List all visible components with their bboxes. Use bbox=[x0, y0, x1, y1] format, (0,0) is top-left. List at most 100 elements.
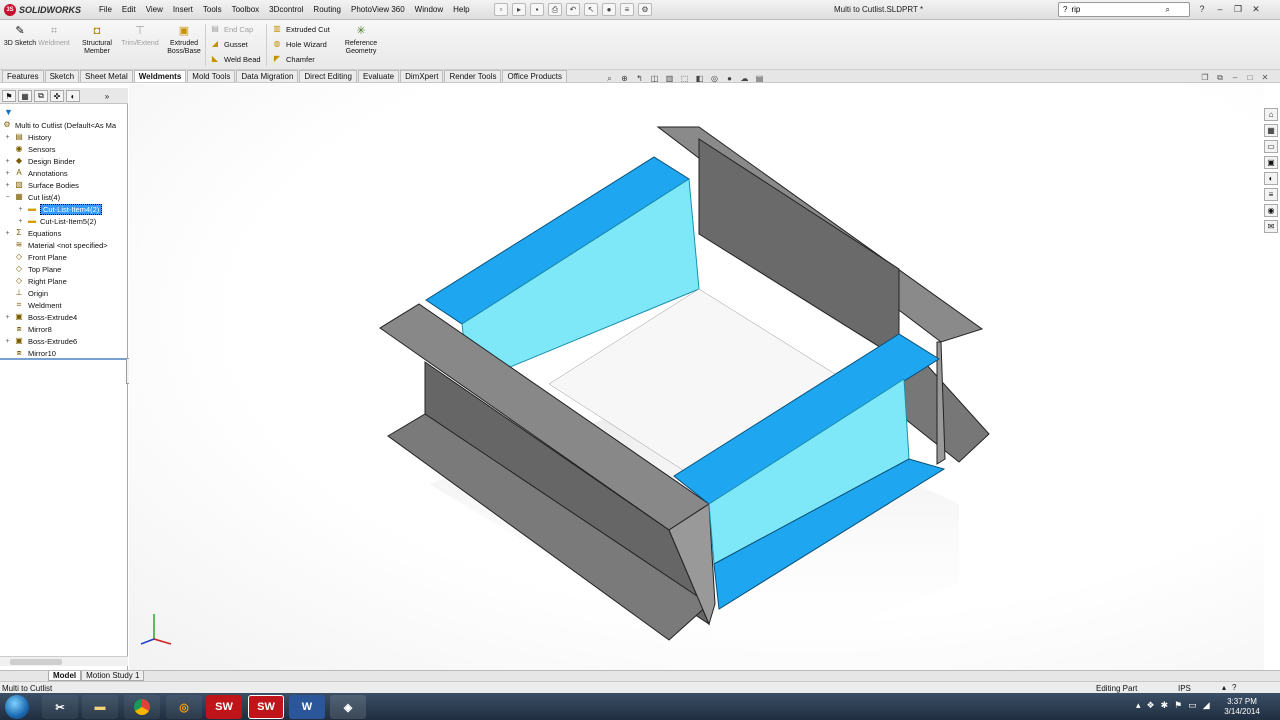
solidworks-taskbar-icon[interactable]: SW bbox=[206, 695, 242, 719]
menu-tools[interactable]: Tools bbox=[198, 3, 227, 16]
menu-3dcontrol[interactable]: 3Dcontrol bbox=[264, 3, 308, 16]
view-triad[interactable] bbox=[140, 614, 172, 645]
display-style-icon[interactable]: ◧ bbox=[694, 73, 705, 84]
snipping-tool-icon[interactable]: ✂ bbox=[42, 695, 78, 719]
tree-node-boss-extrude4[interactable]: + ▣ Boss-Extrude4 bbox=[0, 311, 128, 323]
chrome-icon[interactable] bbox=[124, 695, 160, 719]
doc-close-icon[interactable]: ✕ bbox=[1260, 73, 1270, 83]
help-icon[interactable]: ? bbox=[1196, 3, 1208, 15]
tree-node-annotations[interactable]: + A Annotations bbox=[0, 167, 128, 179]
filter-icon[interactable]: ▼ bbox=[4, 107, 13, 117]
tab-weldments[interactable]: Weldments bbox=[133, 70, 187, 82]
hole-wizard-button[interactable]: ◍ Hole Wizard bbox=[272, 38, 330, 50]
options-gear-icon[interactable]: ⚙ bbox=[638, 3, 652, 16]
action-center-icon[interactable]: ⚑ bbox=[1174, 700, 1182, 711]
menu-toolbox[interactable]: Toolbox bbox=[227, 3, 265, 16]
tree-node-sensors[interactable]: ◉ Sensors bbox=[0, 143, 128, 155]
network-icon[interactable]: ❖ bbox=[1147, 700, 1155, 711]
menu-photoview[interactable]: PhotoView 360 bbox=[346, 3, 410, 16]
monitor-icon[interactable]: ▭ bbox=[1188, 700, 1197, 711]
tree-node-cut-list[interactable]: − ▦ Cut list(4) bbox=[0, 191, 128, 203]
file-explorer-icon[interactable]: ▭ bbox=[1264, 140, 1278, 153]
menu-view[interactable]: View bbox=[141, 3, 168, 16]
close-icon[interactable]: ✕ bbox=[1250, 3, 1262, 15]
tab-evaluate[interactable]: Evaluate bbox=[357, 70, 400, 82]
expand-plus-icon[interactable]: + bbox=[4, 158, 11, 165]
menu-edit[interactable]: Edit bbox=[117, 3, 141, 16]
design-library-icon[interactable]: ▦ bbox=[1264, 124, 1278, 137]
view-settings-icon[interactable]: ▤ bbox=[754, 73, 765, 84]
save-icon[interactable]: ▪ bbox=[530, 3, 544, 16]
menu-insert[interactable]: Insert bbox=[168, 3, 198, 16]
tab-model[interactable]: Model bbox=[48, 671, 82, 681]
tab-data-migration[interactable]: Data Migration bbox=[236, 70, 299, 82]
doc-maximize-icon[interactable]: □ bbox=[1245, 73, 1255, 83]
section-view-icon[interactable]: ◫ bbox=[649, 73, 660, 84]
tree-node-material[interactable]: ≋ Material <not specified> bbox=[0, 239, 128, 251]
reference-geometry-button[interactable]: ✳ Reference Geometry bbox=[338, 24, 384, 66]
search-pane-icon[interactable]: ◉ bbox=[1264, 204, 1278, 217]
solidworks-active-taskbar-icon[interactable]: SW bbox=[248, 695, 284, 719]
appearances-icon[interactable]: ◐ bbox=[1264, 172, 1278, 185]
display-manager-tab-icon[interactable]: ◐ bbox=[66, 90, 80, 102]
tab-direct-editing[interactable]: Direct Editing bbox=[299, 70, 357, 82]
tree-node-mirror8[interactable]: ⧈ Mirror8 bbox=[0, 323, 128, 335]
tree-node-history[interactable]: + ▤ History bbox=[0, 131, 128, 143]
tree-node-front-plane[interactable]: ◇ Front Plane bbox=[0, 251, 128, 263]
undo-icon[interactable]: ↶ bbox=[566, 3, 580, 16]
restore-icon[interactable]: ❐ bbox=[1232, 3, 1244, 15]
tab-mold-tools[interactable]: Mold Tools bbox=[187, 70, 236, 82]
extruded-cut-button[interactable]: ▥ Extruded Cut bbox=[272, 23, 330, 35]
new-document-icon[interactable]: ▫ bbox=[494, 3, 508, 16]
apply-scene-icon[interactable]: ☁ bbox=[739, 73, 750, 84]
tab-office-products[interactable]: Office Products bbox=[502, 70, 568, 82]
rollback-bar[interactable] bbox=[0, 358, 128, 360]
trim-extend-button[interactable]: ⊤ Trim/Extend bbox=[118, 24, 162, 66]
tree-node-design-binder[interactable]: + ◆ Design Binder bbox=[0, 155, 128, 167]
open-folder-icon[interactable]: ▸ bbox=[512, 3, 526, 16]
tree-node-boss-extrude6[interactable]: + ▣ Boss-Extrude6 bbox=[0, 335, 128, 347]
dimxpert-tab-icon[interactable]: ✜ bbox=[50, 90, 64, 102]
doc-tile-icon[interactable]: ⧉ bbox=[1215, 73, 1225, 83]
previous-view-icon[interactable]: ↰ bbox=[634, 73, 645, 84]
tree-node-root[interactable]: ⚙ Multi to Cutlist (Default<As Ma bbox=[0, 119, 128, 131]
zoom-to-area-icon[interactable]: ⊕ bbox=[619, 73, 630, 84]
tree-node-right-plane[interactable]: ◇ Right Plane bbox=[0, 275, 128, 287]
edit-appearance-icon[interactable]: ● bbox=[724, 73, 735, 84]
expand-plus-icon[interactable]: + bbox=[4, 134, 11, 141]
menu-help[interactable]: Help bbox=[448, 3, 474, 16]
outlook-icon[interactable]: ◎ bbox=[166, 695, 202, 719]
expand-plus-icon[interactable]: + bbox=[4, 170, 11, 177]
word-icon[interactable]: W bbox=[289, 695, 325, 719]
menu-window[interactable]: Window bbox=[410, 3, 448, 16]
expand-plus-icon[interactable]: + bbox=[17, 218, 24, 225]
status-units[interactable]: IPS bbox=[1178, 684, 1191, 693]
scrollbar-thumb[interactable] bbox=[10, 659, 62, 665]
tray-expand-icon[interactable]: ▴ bbox=[1136, 700, 1141, 711]
doc-restore-icon[interactable]: ❐ bbox=[1200, 73, 1210, 83]
select-arrow-icon[interactable]: ↖ bbox=[584, 3, 598, 16]
structural-member-button[interactable]: ◘ Structural Member bbox=[75, 24, 119, 66]
volume-icon[interactable]: ◢ bbox=[1203, 700, 1210, 711]
zoom-to-fit-icon[interactable]: ⌕ bbox=[604, 73, 615, 84]
hide-show-icon[interactable]: ◎ bbox=[709, 73, 720, 84]
rebuild-icon[interactable]: ● bbox=[602, 3, 616, 16]
tree-node-top-plane[interactable]: ◇ Top Plane bbox=[0, 263, 128, 275]
bluetooth-icon[interactable]: ✱ bbox=[1161, 700, 1169, 711]
units-dropdown-icon[interactable]: ▴ bbox=[1222, 683, 1226, 692]
view-palette-icon[interactable]: ▣ bbox=[1264, 156, 1278, 169]
tab-dimxpert[interactable]: DimXpert bbox=[400, 70, 444, 82]
expand-plus-icon[interactable]: + bbox=[17, 206, 24, 213]
feature-tree-tab-icon[interactable]: ⚑ bbox=[2, 90, 16, 102]
tree-node-weldment[interactable]: ⌗ Weldment bbox=[0, 299, 128, 311]
help-status-icon[interactable]: ? bbox=[1232, 683, 1236, 692]
tab-sheet-metal[interactable]: Sheet Metal bbox=[80, 70, 133, 82]
collapse-minus-icon[interactable]: − bbox=[4, 194, 11, 201]
chamfer-button[interactable]: ◤ Chamfer bbox=[272, 53, 330, 65]
minimize-icon[interactable]: – bbox=[1214, 3, 1226, 15]
end-cap-button[interactable]: ▤ End Cap bbox=[210, 23, 261, 35]
gusset-button[interactable]: ◢ Gusset bbox=[210, 38, 261, 50]
tree-node-cut-list-item4[interactable]: + ▬ Cut-List-Item4(2) bbox=[0, 203, 128, 215]
menu-routing[interactable]: Routing bbox=[308, 3, 346, 16]
doc-minimize-icon[interactable]: – bbox=[1230, 73, 1240, 83]
